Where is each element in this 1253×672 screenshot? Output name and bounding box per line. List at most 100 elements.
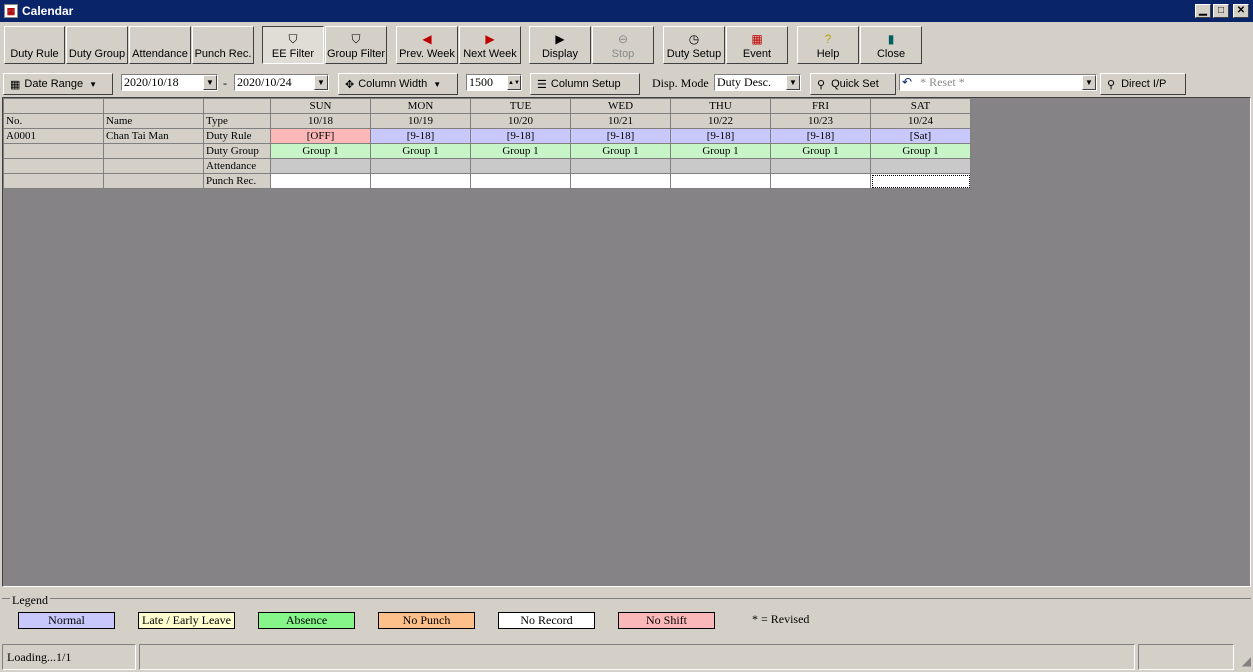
stop-button[interactable]: ⊖ Stop: [592, 26, 654, 64]
attendance-cell[interactable]: [670, 158, 771, 174]
duty-group-cell[interactable]: Group 1: [470, 143, 571, 159]
duty-group-row: Duty Group Group 1 Group 1 Group 1 Group…: [3, 143, 971, 159]
close-button[interactable]: ▮ Close: [860, 26, 922, 64]
date-header[interactable]: 10/20: [470, 113, 571, 129]
calendar-grid: SUN MON TUE WED THU FRI SAT No. Name Typ…: [3, 98, 971, 189]
direct-ip-button[interactable]: ⚲ Direct I/P: [1100, 73, 1186, 95]
minimize-button[interactable]: ▁: [1195, 4, 1211, 18]
duty-group-cell[interactable]: Group 1: [670, 143, 771, 159]
stop-label: Stop: [611, 48, 635, 60]
dow-header[interactable]: TUE: [470, 98, 571, 114]
date-header[interactable]: 10/23: [770, 113, 871, 129]
attendance-cell[interactable]: [870, 158, 971, 174]
chevron-down-icon[interactable]: ▼: [203, 75, 217, 90]
attendance-tab[interactable]: Attendance: [129, 26, 191, 64]
ee-filter-button[interactable]: ⛉ EE Filter: [262, 26, 324, 64]
date-from-picker[interactable]: 2020/10/18 ▼: [121, 74, 218, 91]
calendar-grid-area[interactable]: SUN MON TUE WED THU FRI SAT No. Name Typ…: [2, 97, 1251, 587]
event-button[interactable]: ▦ Event: [726, 26, 788, 64]
attendance-cell[interactable]: [770, 158, 871, 174]
duty-rule-cell[interactable]: [9-18]: [570, 128, 671, 144]
duty-group-cell[interactable]: Group 1: [370, 143, 471, 159]
duty-rule-cell[interactable]: [9-18]: [670, 128, 771, 144]
resize-grip-icon[interactable]: ◢: [1242, 654, 1251, 668]
date-header[interactable]: 10/19: [370, 113, 471, 129]
exit-door-icon: ▮: [887, 32, 895, 46]
dow-header[interactable]: WED: [570, 98, 671, 114]
date-header[interactable]: 10/18: [270, 113, 371, 129]
duty-rule-cell[interactable]: [9-18]: [470, 128, 571, 144]
punch-rec-cell[interactable]: [270, 173, 371, 189]
disp-mode-select[interactable]: Duty Desc. ▼: [714, 74, 801, 91]
blank-cell: [3, 173, 104, 189]
group-filter-button[interactable]: ⛉ Group Filter: [325, 26, 387, 64]
punch-rec-label: Punch Rec.: [194, 48, 252, 60]
attendance-row-label: Attendance: [203, 158, 271, 174]
duty-rule-cell[interactable]: [OFF]: [270, 128, 371, 144]
display-button[interactable]: ▶ Display: [529, 26, 591, 64]
punch-rec-row-label: Punch Rec.: [203, 173, 271, 189]
punch-rec-cell-selected[interactable]: [870, 173, 971, 189]
reset-select[interactable]: ↶ * Reset * ▼: [899, 74, 1097, 91]
help-button[interactable]: ? Help: [797, 26, 859, 64]
quick-set-button[interactable]: ⚲ Quick Set: [810, 73, 896, 95]
day-of-week-row: SUN MON TUE WED THU FRI SAT: [3, 98, 971, 114]
duty-group-tab[interactable]: Duty Group: [66, 26, 128, 64]
blank-cell: [103, 143, 204, 159]
dow-header[interactable]: SAT: [870, 98, 971, 114]
next-week-button[interactable]: ▶ Next Week: [459, 26, 521, 64]
dow-header[interactable]: THU: [670, 98, 771, 114]
duty-group-row-label: Duty Group: [203, 143, 271, 159]
legend-caption: Legend: [10, 593, 50, 608]
duty-group-cell[interactable]: Group 1: [770, 143, 871, 159]
date-to-picker[interactable]: 2020/10/24 ▼: [234, 74, 329, 91]
chevron-down-icon[interactable]: ▼: [314, 75, 328, 90]
spinner-arrows-icon[interactable]: ▲▼: [507, 75, 521, 90]
group-filter-label: Group Filter: [326, 48, 386, 60]
legend: Legend Normal Late / Early Leave Absence…: [2, 593, 1251, 635]
duty-rule-cell[interactable]: [Sat]: [870, 128, 971, 144]
legend-no-record: No Record: [498, 612, 595, 629]
attendance-cell[interactable]: [470, 158, 571, 174]
date-header[interactable]: 10/24: [870, 113, 971, 129]
attendance-cell[interactable]: [270, 158, 371, 174]
punch-rec-cell[interactable]: [670, 173, 771, 189]
chevron-down-icon[interactable]: ▼: [786, 75, 800, 90]
group-filter-icon: ⛉: [351, 32, 361, 46]
prev-week-button[interactable]: ◀ Prev. Week: [396, 26, 458, 64]
clock-icon: ◷: [688, 32, 700, 46]
attendance-cell[interactable]: [570, 158, 671, 174]
column-setup-button[interactable]: ☰ Column Setup: [530, 73, 640, 95]
duty-group-cell[interactable]: Group 1: [870, 143, 971, 159]
duty-group-cell[interactable]: Group 1: [270, 143, 371, 159]
dow-header[interactable]: MON: [370, 98, 471, 114]
duty-setup-button[interactable]: ◷ Duty Setup: [663, 26, 725, 64]
punch-rec-cell[interactable]: [470, 173, 571, 189]
punch-rec-cell[interactable]: [570, 173, 671, 189]
arrow-right-icon: ▶: [485, 32, 495, 46]
attendance-cell[interactable]: [370, 158, 471, 174]
duty-rule-cell[interactable]: [9-18]: [770, 128, 871, 144]
date-header[interactable]: 10/21: [570, 113, 671, 129]
chevron-down-icon[interactable]: ▼: [1082, 75, 1096, 90]
date-range-button[interactable]: ▦ Date Range ▼: [3, 73, 113, 95]
punch-rec-tab[interactable]: Punch Rec.: [192, 26, 254, 64]
disp-mode-label: Disp. Mode: [652, 76, 709, 90]
dow-header[interactable]: FRI: [770, 98, 871, 114]
duty-rule-tab[interactable]: Duty Rule: [4, 26, 65, 64]
date-header[interactable]: 10/22: [670, 113, 771, 129]
dow-header[interactable]: SUN: [270, 98, 371, 114]
duty-rule-cell[interactable]: [9-18]: [370, 128, 471, 144]
close-window-button[interactable]: ✕: [1233, 4, 1249, 18]
blank-cell: [103, 158, 204, 174]
arrow-left-icon: ◀: [422, 32, 432, 46]
column-width-spinner[interactable]: 1500 ▲▼: [466, 74, 522, 91]
direct-ip-label: Direct I/P: [1121, 78, 1167, 90]
maximize-button[interactable]: □: [1213, 4, 1229, 18]
duty-group-cell[interactable]: Group 1: [570, 143, 671, 159]
duty-rule-row-label: Duty Rule: [203, 128, 271, 144]
punch-rec-cell[interactable]: [370, 173, 471, 189]
employee-name: Chan Tai Man: [103, 128, 204, 144]
punch-rec-cell[interactable]: [770, 173, 871, 189]
column-width-button[interactable]: ✥ Column Width ▼: [338, 73, 458, 95]
